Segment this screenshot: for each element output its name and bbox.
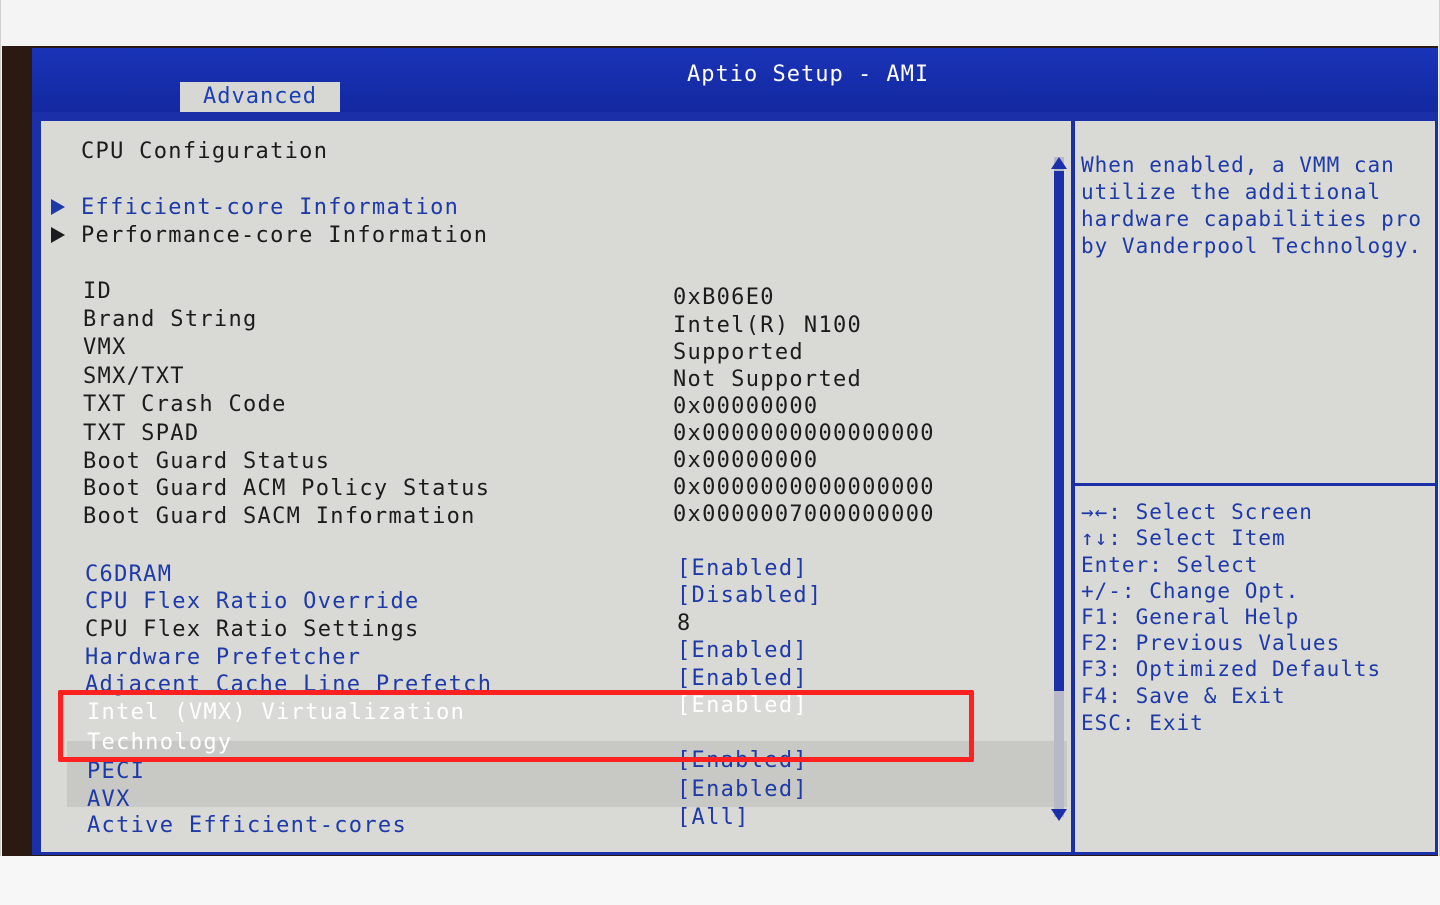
info-label-bg-sacm: Boot Guard SACM Information [83, 504, 476, 529]
info-value-bg-acm: 0x0000000000000000 [673, 475, 935, 500]
help-divider [1075, 483, 1438, 486]
info-value-txt-spad: 0x0000000000000000 [673, 421, 935, 446]
key-hint: F4: Save & Exit [1081, 684, 1286, 708]
info-value-id: 0xB06E0 [673, 285, 775, 310]
help-panel: When enabled, a VMM can utilize the addi… [1075, 121, 1438, 855]
info-label-bg-acm: Boot Guard ACM Policy Status [83, 476, 491, 501]
option-active-ecores-value[interactable]: [All] [677, 805, 750, 830]
option-active-ecores[interactable]: Active Efficient-cores [87, 813, 407, 838]
info-value-txt-crash: 0x00000000 [673, 394, 819, 419]
option-flex-ratio-override[interactable]: CPU Flex Ratio Override [85, 589, 420, 614]
screen-title: Aptio Setup - AMI [687, 62, 930, 87]
option-hw-prefetcher-value[interactable]: [Enabled] [677, 638, 808, 663]
annotation-highlight-box [58, 690, 974, 762]
option-hw-prefetcher[interactable]: Hardware Prefetcher [85, 645, 361, 670]
submenu-efficient-core[interactable]: Efficient-core Information [81, 195, 459, 220]
help-line: by Vanderpool Technology. [1081, 234, 1423, 258]
key-hint: Enter: Select [1081, 553, 1259, 577]
info-label-bg-status: Boot Guard Status [83, 449, 331, 474]
key-hint: F2: Previous Values [1081, 631, 1341, 655]
key-hint: ↑↓: Select Item [1081, 526, 1286, 550]
title-bar: Aptio Setup - AMI Advanced [32, 48, 1438, 112]
option-avx[interactable]: AVX [87, 787, 131, 812]
option-avx-value[interactable]: [Enabled] [677, 777, 808, 802]
info-label-txt-crash: TXT Crash Code [83, 392, 287, 417]
option-flex-ratio-override-value[interactable]: [Disabled] [677, 583, 822, 608]
option-peci[interactable]: PECI [87, 759, 145, 784]
option-c6dram-value[interactable]: [Enabled] [677, 556, 808, 581]
option-adjacent-prefetch-value[interactable]: [Enabled] [677, 666, 808, 691]
help-line: utilize the additional [1081, 180, 1382, 204]
info-value-bg-status: 0x00000000 [673, 448, 819, 473]
submenu-arrow-icon [51, 227, 65, 243]
scroll-up-arrow-icon[interactable] [1051, 157, 1067, 169]
info-value-bg-sacm: 0x0000007000000000 [673, 502, 935, 527]
help-line: When enabled, a VMM can [1081, 153, 1395, 177]
info-value-vmx: Supported [673, 340, 804, 365]
help-line: hardware capabilities pro [1081, 207, 1423, 231]
info-label-smx: SMX/TXT [83, 364, 185, 389]
submenu-performance-core[interactable]: Performance-core Information [81, 223, 488, 248]
bottom-strip [0, 856, 1440, 905]
scroll-down-arrow-icon[interactable] [1051, 809, 1067, 821]
info-label-brand: Brand String [83, 307, 258, 332]
key-hint: →←: Select Screen [1081, 500, 1313, 524]
info-label-id: ID [83, 279, 113, 304]
key-hint: +/-: Change Opt. [1081, 579, 1300, 603]
key-hint: F3: Optimized Defaults [1081, 657, 1382, 681]
info-value-brand: Intel(R) N100 [673, 313, 863, 338]
info-label-vmx: VMX [83, 335, 127, 360]
option-c6dram[interactable]: C6DRAM [85, 562, 172, 587]
tab-advanced[interactable]: Advanced [180, 82, 340, 112]
scrollbar-thumb[interactable] [1054, 171, 1064, 691]
key-hint: ESC: Exit [1081, 711, 1204, 735]
submenu-arrow-icon [51, 199, 65, 215]
info-value-smx: Not Supported [673, 367, 863, 392]
section-title: CPU Configuration [81, 139, 329, 164]
option-flex-ratio-settings-value: 8 [677, 611, 692, 636]
info-label-txt-spad: TXT SPAD [83, 421, 200, 446]
option-flex-ratio-settings: CPU Flex Ratio Settings [85, 617, 420, 642]
key-hint: F1: General Help [1081, 605, 1300, 629]
